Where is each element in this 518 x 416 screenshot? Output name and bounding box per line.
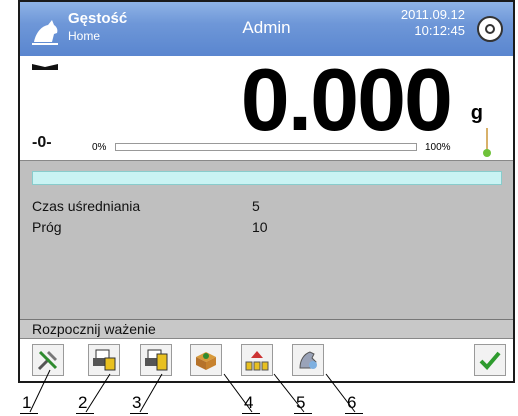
callout-lines [29, 369, 356, 413]
